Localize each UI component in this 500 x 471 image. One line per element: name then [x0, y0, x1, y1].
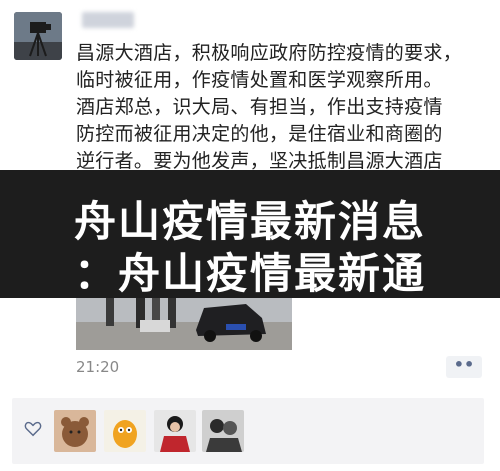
post-text-line: 防控而被征用决定的他，是住宿业和商圈的: [76, 123, 443, 145]
heart-icon[interactable]: [24, 420, 42, 438]
liker-avatar[interactable]: [104, 410, 146, 452]
poster-name-blurred[interactable]: [82, 12, 134, 28]
post-text-line: 酒店郑总，识大局、有担当，作出支持疫情: [76, 96, 443, 118]
post-timestamp: 21:20: [76, 358, 120, 376]
post-text-line: 昌源大酒店，积极响应政府防控疫情的要求，: [76, 42, 463, 64]
more-dots-icon[interactable]: ••: [446, 356, 482, 378]
headline-line-2: ：舟山疫情最新通: [73, 249, 426, 298]
poster-avatar[interactable]: [14, 12, 62, 60]
liker-avatar[interactable]: [202, 410, 244, 452]
liker-avatar[interactable]: [54, 410, 96, 452]
liker-avatar[interactable]: [154, 410, 196, 452]
post-text-line: 临时被征用，作疫情处置和医学观察所用。: [76, 69, 443, 91]
post-text: 昌源大酒店，积极响应政府防控疫情的要求， 临时被征用，作疫情处置和医学观察所用。…: [76, 40, 496, 175]
